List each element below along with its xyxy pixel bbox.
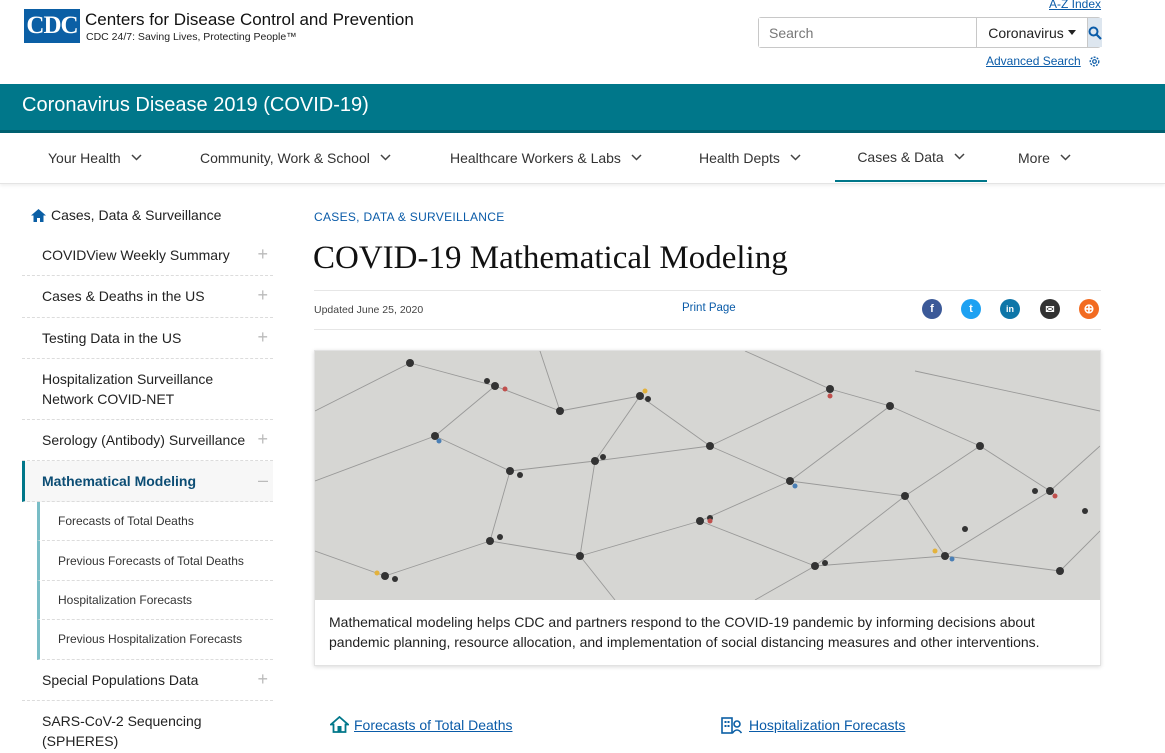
sidebar-item-spheres[interactable]: SARS-CoV-2 Sequencing (SPHERES) xyxy=(22,701,273,753)
chevron-down-icon xyxy=(1060,154,1071,161)
sidebar-subitem-label: Hospitalization Forecasts xyxy=(58,593,193,607)
sidebar-subitem-hosp-forecasts[interactable]: Hospitalization Forecasts xyxy=(37,581,273,620)
sidebar-item-label-line2: (SPHERES) xyxy=(42,733,119,749)
topic-banner: Coronavirus Disease 2019 (COVID-19) xyxy=(0,84,1165,133)
search-input[interactable] xyxy=(759,18,977,47)
sidebar-subitem-prev-forecasts-deaths[interactable]: Previous Forecasts of Total Deaths xyxy=(37,541,273,581)
twitter-icon[interactable]: t xyxy=(961,299,981,319)
sidebar-item-label: Serology (Antibody) Surveillance xyxy=(42,432,246,448)
link-label: Forecasts of Total Deaths xyxy=(354,716,513,733)
sidebar-item-testing[interactable]: Testing Data in the US + xyxy=(22,318,273,359)
email-icon[interactable]: ✉ xyxy=(1040,299,1060,319)
home-icon xyxy=(330,716,349,733)
hero-card: Mathematical modeling helps CDC and part… xyxy=(314,350,1101,666)
search-scope-select[interactable]: Coronavirus xyxy=(977,18,1088,47)
nav-label: Your Health xyxy=(48,149,121,166)
gear-icon[interactable] xyxy=(1088,55,1101,68)
collapse-icon[interactable]: – xyxy=(258,471,268,489)
expand-icon[interactable]: + xyxy=(257,328,268,346)
forecasts-total-deaths-link[interactable]: Forecasts of Total Deaths xyxy=(330,716,512,733)
chevron-down-icon xyxy=(631,154,642,161)
sidebar-item-label: Special Populations Data xyxy=(42,672,199,688)
page-title: COVID-19 Mathematical Modeling xyxy=(313,240,788,276)
link-label: Hospitalization Forecasts xyxy=(749,717,906,733)
sidebar-item-label: Mathematical Modeling xyxy=(42,473,197,489)
hospital-icon xyxy=(721,717,743,734)
nav-community[interactable]: Community, Work & School xyxy=(200,133,391,182)
sidebar-subitem-prev-hosp-forecasts[interactable]: Previous Hospitalization Forecasts xyxy=(37,620,273,660)
network-illustration xyxy=(315,351,1100,600)
search-bar: Coronavirus xyxy=(758,17,1102,48)
print-page-link[interactable]: Print Page xyxy=(682,302,736,314)
nav-your-health[interactable]: Your Health xyxy=(48,133,142,182)
nav-cases-data[interactable]: Cases & Data xyxy=(835,133,987,182)
sidebar-item-covidview[interactable]: COVIDView Weekly Summary + xyxy=(22,235,273,276)
home-icon xyxy=(31,208,46,222)
chevron-down-icon xyxy=(790,154,801,161)
caret-down-icon xyxy=(1067,30,1076,35)
sidebar-item-covid-net[interactable]: Hospitalization Surveillance Network COV… xyxy=(22,359,273,420)
hospitalization-forecasts-link[interactable]: Hospitalization Forecasts xyxy=(721,716,905,734)
sidebar-item-label-line2: Network COVID-NET xyxy=(42,391,175,407)
expand-icon[interactable]: + xyxy=(257,670,268,688)
nav-label: More xyxy=(1018,149,1050,166)
hero-caption: Mathematical modeling helps CDC and part… xyxy=(329,614,1040,650)
chevron-down-icon xyxy=(380,154,391,161)
expand-icon[interactable]: + xyxy=(257,286,268,304)
search-icon xyxy=(1088,26,1102,40)
nav-label: Health Depts xyxy=(699,149,780,166)
org-tagline: CDC 24/7: Saving Lives, Protecting Peopl… xyxy=(86,31,297,43)
cdc-logo[interactable]: CDC xyxy=(24,9,80,43)
search-scope-label: Coronavirus xyxy=(988,24,1064,41)
advanced-search-link[interactable]: Advanced Search xyxy=(986,54,1081,68)
nav-more[interactable]: More xyxy=(1018,133,1071,182)
sidebar-home-label: Cases, Data & Surveillance xyxy=(51,207,222,223)
sidebar-subitem-forecasts-deaths[interactable]: Forecasts of Total Deaths xyxy=(37,502,273,541)
sidebar-item-math-modeling[interactable]: Mathematical Modeling – xyxy=(22,461,273,502)
nav-health-depts[interactable]: Health Depts xyxy=(699,133,801,182)
nav-label: Cases & Data xyxy=(857,148,944,165)
sidebar-item-label: Testing Data in the US xyxy=(42,330,182,346)
sidebar-subitem-label: Previous Hospitalization Forecasts xyxy=(58,632,243,646)
chevron-down-icon xyxy=(131,154,142,161)
sidebar-subitem-label: Forecasts of Total Deaths xyxy=(58,514,194,528)
sidebar-item-serology[interactable]: Serology (Antibody) Surveillance + xyxy=(22,420,273,461)
sidebar-item-cases-deaths[interactable]: Cases & Deaths in the US + xyxy=(22,276,273,318)
search-button[interactable] xyxy=(1088,18,1102,47)
main-nav: Your Health Community, Work & School Hea… xyxy=(0,133,1165,184)
sidebar-item-label: Cases & Deaths in the US xyxy=(42,288,205,304)
facebook-icon[interactable]: f xyxy=(922,299,942,319)
sidebar-item-label-line1: Hospitalization Surveillance xyxy=(42,371,214,387)
sidebar-item-label: COVIDView Weekly Summary xyxy=(42,247,230,263)
expand-icon[interactable]: + xyxy=(257,430,268,448)
network-people-image xyxy=(315,351,1100,600)
sidebar-subitem-label: Previous Forecasts of Total Deaths xyxy=(58,554,244,568)
chevron-down-icon xyxy=(954,153,965,160)
sidebar-item-special-populations[interactable]: Special Populations Data + xyxy=(22,660,273,701)
updated-date: Updated June 25, 2020 xyxy=(314,304,424,316)
site-header: CDC Centers for Disease Control and Prev… xyxy=(0,0,1165,84)
nav-label: Healthcare Workers & Labs xyxy=(450,149,621,166)
linkedin-icon[interactable]: in xyxy=(1000,299,1020,319)
nav-healthcare[interactable]: Healthcare Workers & Labs xyxy=(450,133,642,182)
az-index-link[interactable]: A-Z Index xyxy=(1049,0,1101,11)
syndicate-icon[interactable]: ⊕ xyxy=(1079,299,1099,319)
breadcrumb[interactable]: CASES, DATA & SURVEILLANCE xyxy=(314,210,505,224)
sidebar-home-link[interactable]: Cases, Data & Surveillance xyxy=(31,207,221,223)
nav-label: Community, Work & School xyxy=(200,149,370,166)
sidebar-item-label-line1: SARS-CoV-2 Sequencing xyxy=(42,713,202,729)
banner-title[interactable]: Coronavirus Disease 2019 (COVID-19) xyxy=(22,94,369,117)
expand-icon[interactable]: + xyxy=(257,245,268,263)
org-name[interactable]: Centers for Disease Control and Preventi… xyxy=(85,10,414,30)
page-meta-bar: Updated June 25, 2020 Print Page f t in … xyxy=(314,290,1101,330)
